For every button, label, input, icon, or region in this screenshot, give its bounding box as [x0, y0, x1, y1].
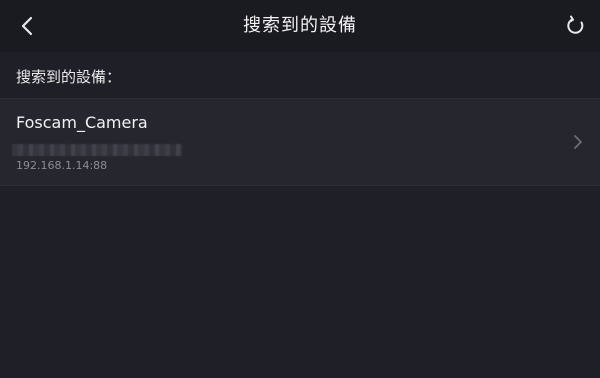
refresh-button[interactable]	[558, 8, 594, 44]
top-bar: 搜索到的設備	[0, 0, 600, 52]
section-label: 搜索到的設備：	[16, 68, 122, 86]
chevron-right-icon	[570, 132, 586, 152]
device-name: Foscam_Camera	[16, 113, 148, 132]
device-list-item[interactable]: Foscam_Camera 192.168.1.14:88	[0, 98, 600, 186]
device-id-redacted	[12, 144, 182, 156]
section-header: 搜索到的設備：	[0, 52, 600, 98]
device-search-screen: 搜索到的設備 搜索到的設備： Foscam_Camera 192.168.1.1…	[0, 0, 600, 378]
device-ip: 192.168.1.14:88	[16, 159, 108, 172]
refresh-icon	[567, 15, 584, 34]
page-title: 搜索到的設備	[243, 15, 357, 36]
